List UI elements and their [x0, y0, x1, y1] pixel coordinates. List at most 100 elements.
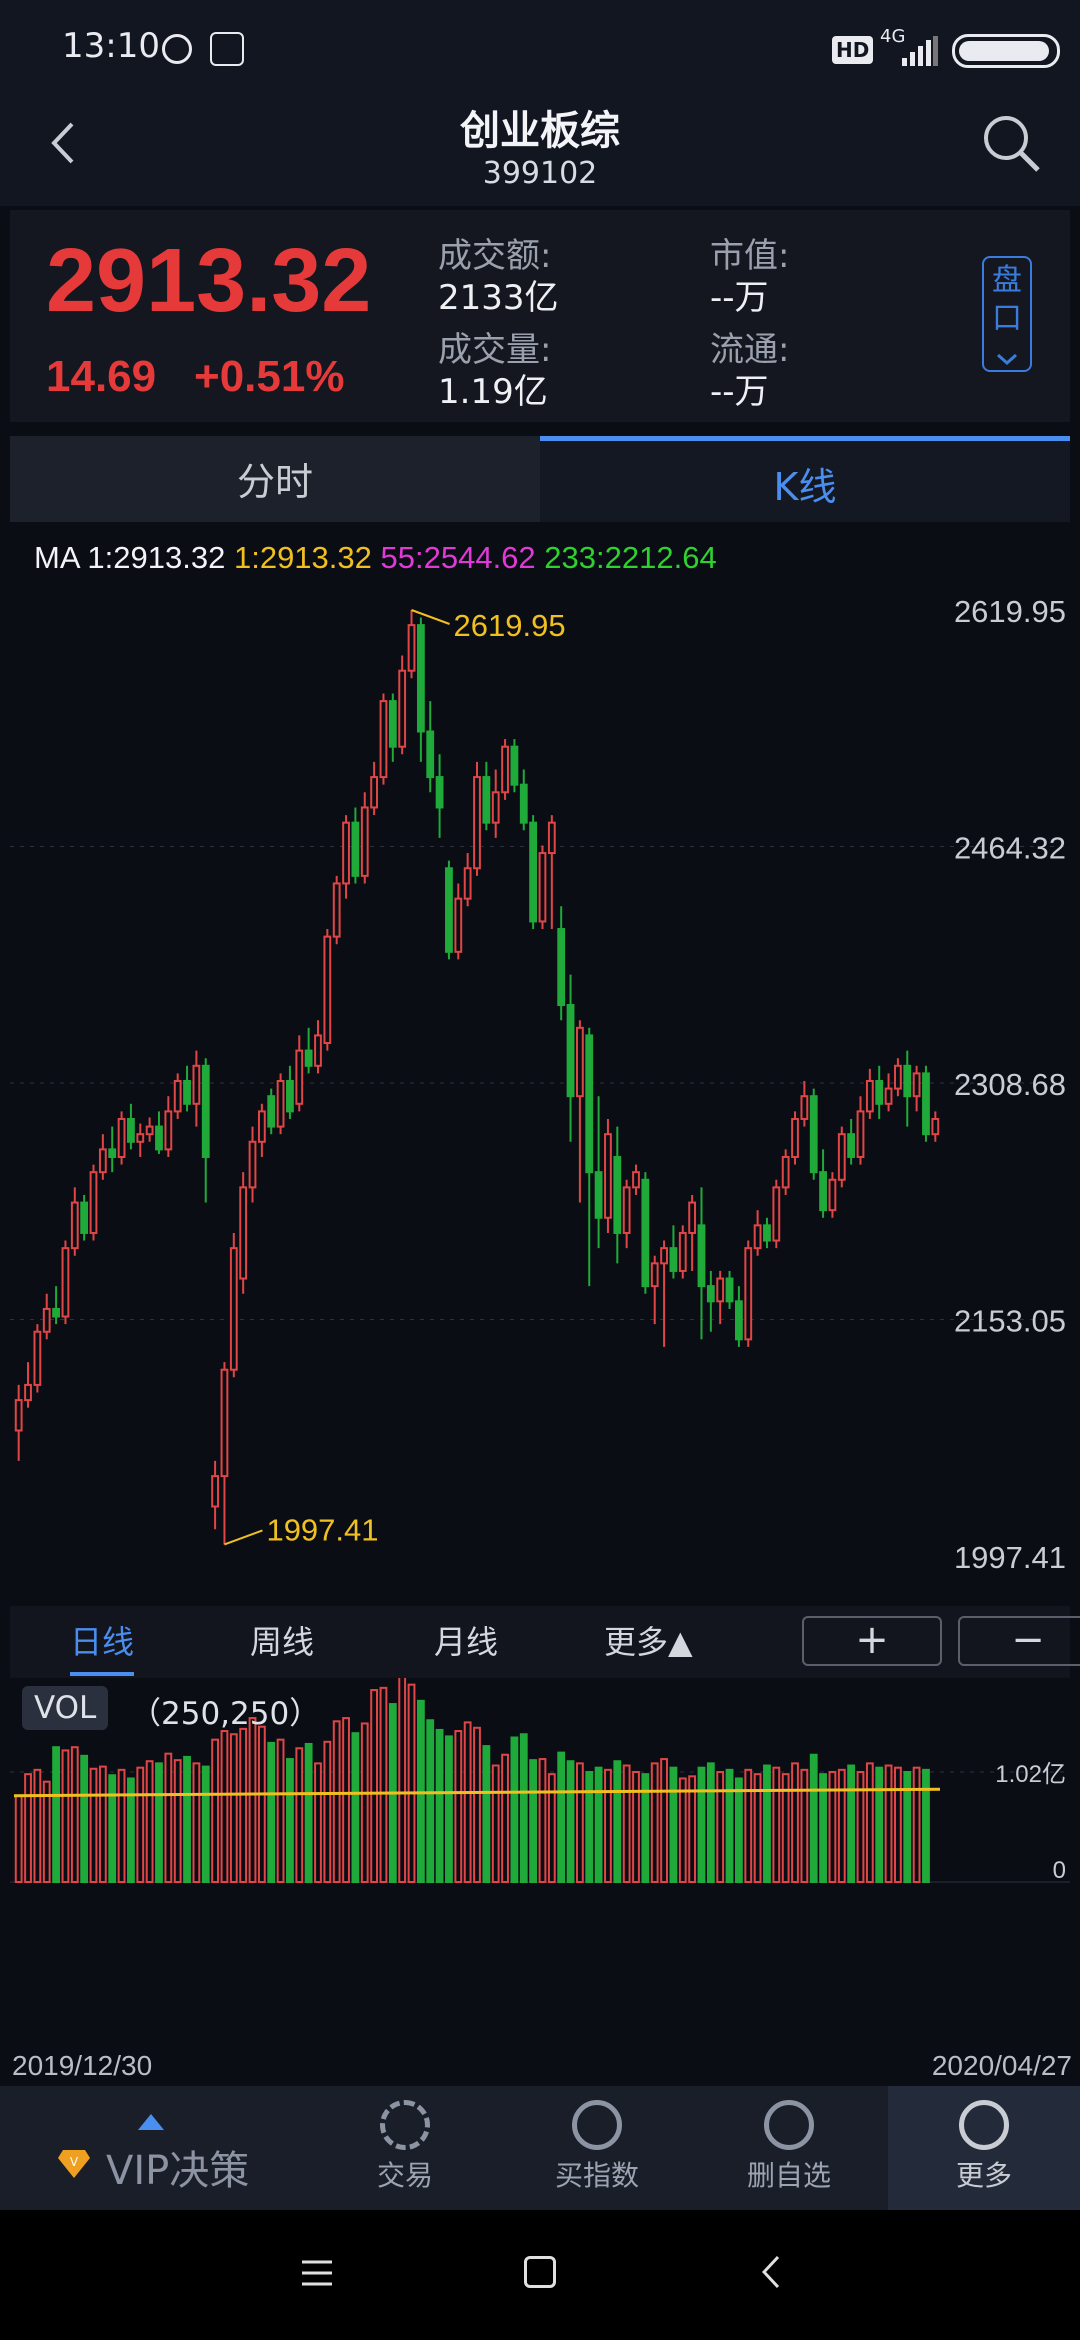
vol-y-tick-label: 0 — [1053, 1857, 1066, 1884]
volume-bar — [491, 1764, 500, 1884]
pankou-button[interactable]: 盘口 — [982, 256, 1032, 372]
candle-body — [734, 1300, 743, 1341]
y-tick-label: 2308.68 — [954, 1067, 1066, 1102]
candle-body — [370, 776, 379, 809]
toolbar-buy-index[interactable]: 买指数 — [502, 2086, 692, 2210]
candle-body — [117, 1117, 126, 1158]
volume-bar — [538, 1758, 547, 1884]
candle-body — [211, 1475, 220, 1508]
vol-y-tick-label: 1.02亿 — [995, 1761, 1066, 1788]
volume-bar — [772, 1766, 781, 1884]
low-annotation: 1997.41 — [266, 1512, 378, 1547]
volume-bar — [435, 1728, 444, 1883]
volume-bar — [314, 1762, 322, 1884]
candle-body — [164, 1110, 173, 1151]
system-navigation-bar — [0, 2210, 1080, 2340]
minus-circle-icon — [764, 2100, 814, 2150]
svg-text:V: V — [70, 2155, 79, 2169]
period-tab-monthly[interactable]: 月线 — [434, 1606, 498, 1678]
candle-body — [922, 1072, 930, 1136]
candle-body — [510, 745, 519, 786]
candle-body — [267, 1095, 276, 1128]
toolbar-trade[interactable]: 交易 — [310, 2086, 500, 2210]
volume-bar — [622, 1764, 631, 1884]
volume-bar — [445, 1735, 453, 1883]
candle-body — [127, 1117, 135, 1143]
candle-body — [753, 1224, 762, 1250]
volume-bar — [257, 1725, 266, 1884]
turnover-value: 2133亿 — [438, 278, 559, 318]
volume-value: 1.19亿 — [438, 372, 548, 412]
volume-bar — [192, 1762, 201, 1884]
candle-body — [248, 1140, 257, 1189]
volume-bar — [426, 1719, 435, 1884]
candle-body — [145, 1125, 154, 1136]
tab-kline[interactable]: K线 — [540, 436, 1070, 522]
search-icon[interactable] — [980, 112, 1044, 176]
volume-bar — [547, 1773, 556, 1883]
candle-body — [931, 1117, 940, 1136]
date-start: 2019/12/30 — [12, 2050, 153, 2081]
volume-bar — [173, 1759, 182, 1883]
volume-bar — [98, 1765, 107, 1883]
volume-bar — [575, 1762, 584, 1884]
candle-body — [482, 776, 491, 824]
volume-bar — [519, 1733, 528, 1883]
candle-body — [407, 624, 416, 672]
pulse-icon — [572, 2100, 622, 2150]
candle-body — [360, 806, 369, 877]
chart-tabs: 分时 K线 — [10, 436, 1070, 522]
back-nav-icon[interactable] — [756, 2254, 786, 2290]
volume-bar — [332, 1720, 341, 1883]
vip-decision-button[interactable]: V VIP决策 — [0, 2086, 306, 2210]
volume-bar — [847, 1764, 856, 1884]
volume-bar — [650, 1762, 659, 1884]
candle-body — [791, 1117, 799, 1158]
candle-body — [585, 1034, 594, 1174]
candle-body — [416, 624, 425, 733]
volume-bar — [510, 1736, 519, 1884]
home-icon[interactable] — [524, 2256, 556, 2288]
volume-bar — [594, 1766, 603, 1884]
volume-bar — [613, 1760, 622, 1884]
toolbar-buy-index-label: 买指数 — [554, 2159, 639, 2192]
volume-bar — [604, 1768, 612, 1883]
volume-bar — [360, 1722, 369, 1883]
signal-icon — [902, 36, 938, 66]
zoom-out-button[interactable]: − — [958, 1616, 1080, 1666]
toolbar-more[interactable]: 更多 — [888, 2086, 1080, 2210]
candle-body — [650, 1262, 659, 1288]
period-tab-more[interactable]: 更多▲ — [604, 1606, 693, 1678]
volume-bar — [342, 1717, 350, 1884]
toolbar-remove-watch-label: 删自选 — [746, 2159, 831, 2192]
candle-body — [257, 1110, 266, 1143]
candle-body — [52, 1307, 60, 1318]
mktcap-value: --万 — [710, 278, 769, 318]
period-tab-daily[interactable]: 日线 — [70, 1606, 135, 1676]
tab-intraday[interactable]: 分时 — [10, 436, 540, 522]
zoom-in-button[interactable]: + — [802, 1616, 942, 1666]
period-tab-weekly[interactable]: 周线 — [250, 1606, 314, 1678]
candle-body — [491, 791, 500, 824]
toolbar-remove-watch[interactable]: 删自选 — [694, 2086, 884, 2210]
candle-body — [547, 821, 556, 855]
high-annotation: 2619.95 — [454, 608, 566, 643]
volume-bar — [211, 1738, 220, 1884]
candle-body — [566, 1004, 575, 1098]
volume-bar — [566, 1760, 575, 1884]
candle-body — [725, 1277, 734, 1303]
volume-bar — [295, 1747, 304, 1884]
kline-chart-area[interactable]: MA 1:2913.32 1:2913.32 55:2544.62 233:22… — [10, 526, 1070, 2086]
candle-body — [575, 1026, 584, 1098]
float-value: --万 — [710, 372, 769, 412]
candle-body — [89, 1171, 98, 1234]
volume-bar — [370, 1689, 379, 1883]
vol-indicator-params: （250,250） — [130, 1696, 321, 1732]
vol-indicator-label[interactable]: VOL — [22, 1686, 109, 1730]
menu-icon[interactable] — [300, 2258, 334, 2288]
candle-body — [678, 1231, 687, 1272]
alarm-icon — [162, 34, 192, 64]
volume-bar — [248, 1717, 257, 1884]
volume-bar — [557, 1751, 566, 1884]
toolbar-more-label: 更多 — [955, 2159, 1012, 2192]
